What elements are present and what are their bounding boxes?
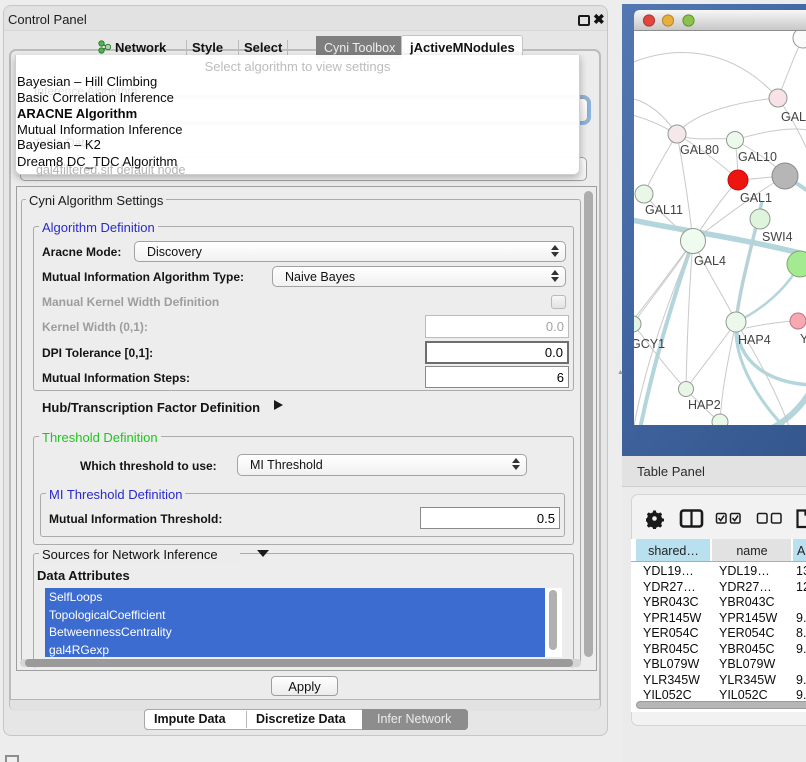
svg-text:HAP2: HAP2: [688, 398, 721, 412]
svg-text:GAL80: GAL80: [680, 143, 719, 157]
svg-text:Y: Y: [800, 332, 806, 346]
svg-text:GAL10: GAL10: [738, 150, 777, 164]
svg-text:HAP4: HAP4: [738, 333, 771, 347]
svg-text:GCY1: GCY1: [634, 337, 665, 351]
svg-text:GAL11: GAL11: [645, 203, 683, 217]
svg-text:GAL4: GAL4: [694, 254, 726, 268]
svg-text:GAL1: GAL1: [740, 191, 772, 205]
svg-text:GAL7: GAL7: [781, 110, 806, 124]
svg-text:SWI4: SWI4: [762, 230, 793, 244]
